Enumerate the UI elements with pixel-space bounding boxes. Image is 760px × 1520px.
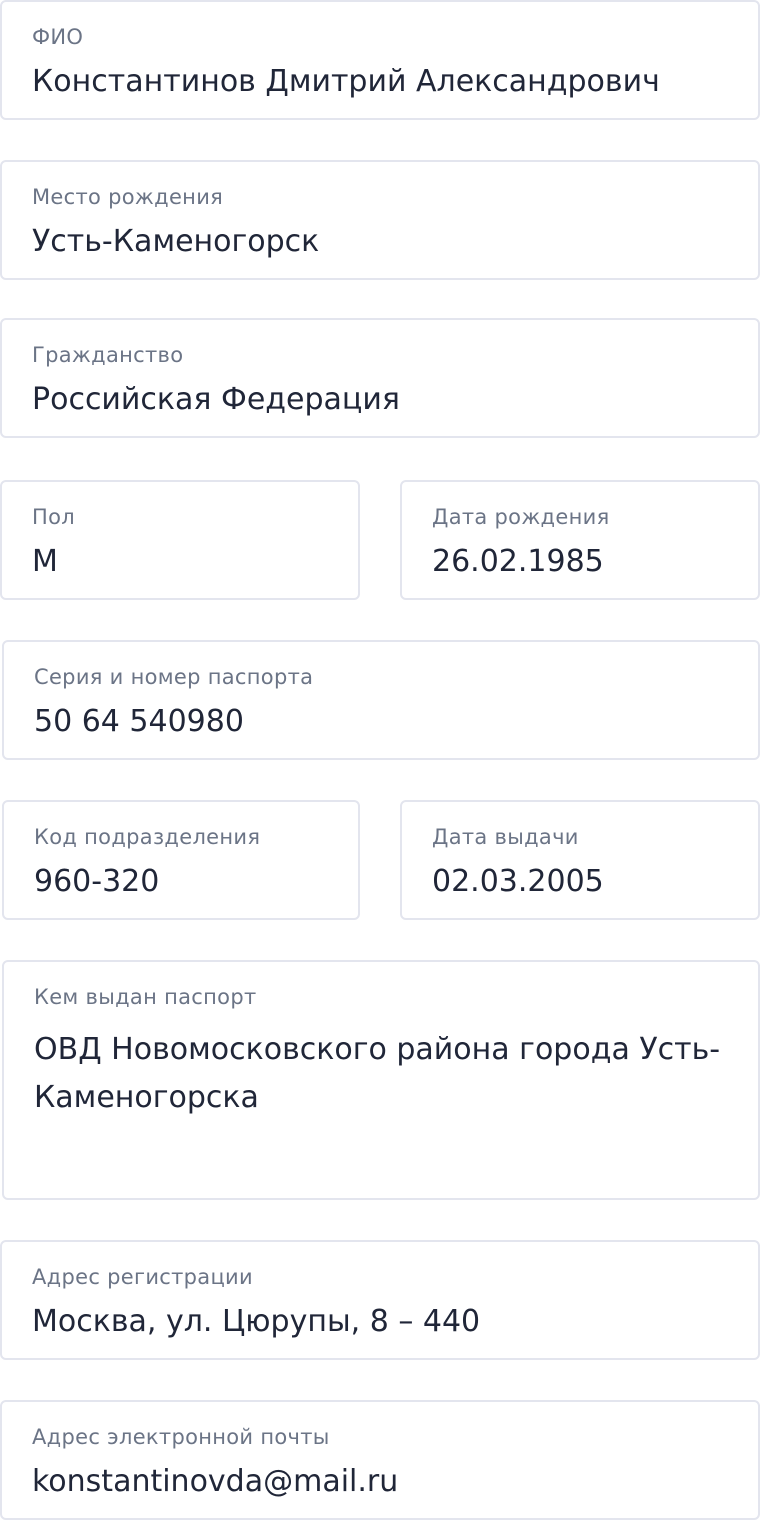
registration-address-value[interactable]: Москва, ул. Цюрупы, 8 – 440 (32, 1302, 480, 1342)
sex-value[interactable]: М (32, 542, 58, 582)
sex-field[interactable]: Пол М (0, 480, 360, 600)
birth-place-label: Место рождения (32, 185, 224, 209)
passport-number-field[interactable]: Серия и номер паспорта 50 64 540980 (2, 640, 760, 760)
sex-label: Пол (32, 505, 75, 529)
citizenship-field[interactable]: Гражданство Российская Федерация (0, 318, 760, 438)
passport-number-value[interactable]: 50 64 540980 (34, 702, 244, 742)
full-name-label: ФИО (32, 25, 84, 49)
email-label: Адрес электронной почты (32, 1425, 330, 1449)
birth-date-field[interactable]: Дата рождения 26.02.1985 (400, 480, 760, 600)
birth-place-value[interactable]: Усть-Каменогорск (32, 222, 319, 262)
passport-number-label: Серия и номер паспорта (34, 665, 314, 689)
division-code-label: Код подразделения (34, 825, 261, 849)
issue-date-label: Дата выдачи (432, 825, 579, 849)
issued-by-field[interactable]: Кем выдан паспорт ОВД Новомосковского ра… (2, 960, 760, 1200)
birth-date-value[interactable]: 26.02.1985 (432, 542, 604, 582)
citizenship-label: Гражданство (32, 343, 184, 367)
issued-by-label: Кем выдан паспорт (34, 985, 257, 1009)
issue-date-field[interactable]: Дата выдачи 02.03.2005 (400, 800, 760, 920)
division-code-value[interactable]: 960-320 (34, 862, 159, 902)
issue-date-value[interactable]: 02.03.2005 (432, 862, 604, 902)
birth-place-field[interactable]: Место рождения Усть-Каменогорск (0, 160, 760, 280)
full-name-field[interactable]: ФИО Константинов Дмитрий Александрович (0, 0, 760, 120)
full-name-value[interactable]: Константинов Дмитрий Александрович (32, 62, 660, 102)
registration-address-label: Адрес регистрации (32, 1265, 253, 1289)
registration-address-field[interactable]: Адрес регистрации Москва, ул. Цюрупы, 8 … (0, 1240, 760, 1360)
email-field[interactable]: Адрес электронной почты konstantinovda@m… (0, 1400, 760, 1520)
citizenship-value[interactable]: Российская Федерация (32, 380, 400, 420)
email-value[interactable]: konstantinovda@mail.ru (32, 1462, 398, 1502)
division-code-field[interactable]: Код подразделения 960-320 (2, 800, 360, 920)
issued-by-value[interactable]: ОВД Новомосковского района города Усть-К… (34, 1026, 734, 1122)
birth-date-label: Дата рождения (432, 505, 610, 529)
